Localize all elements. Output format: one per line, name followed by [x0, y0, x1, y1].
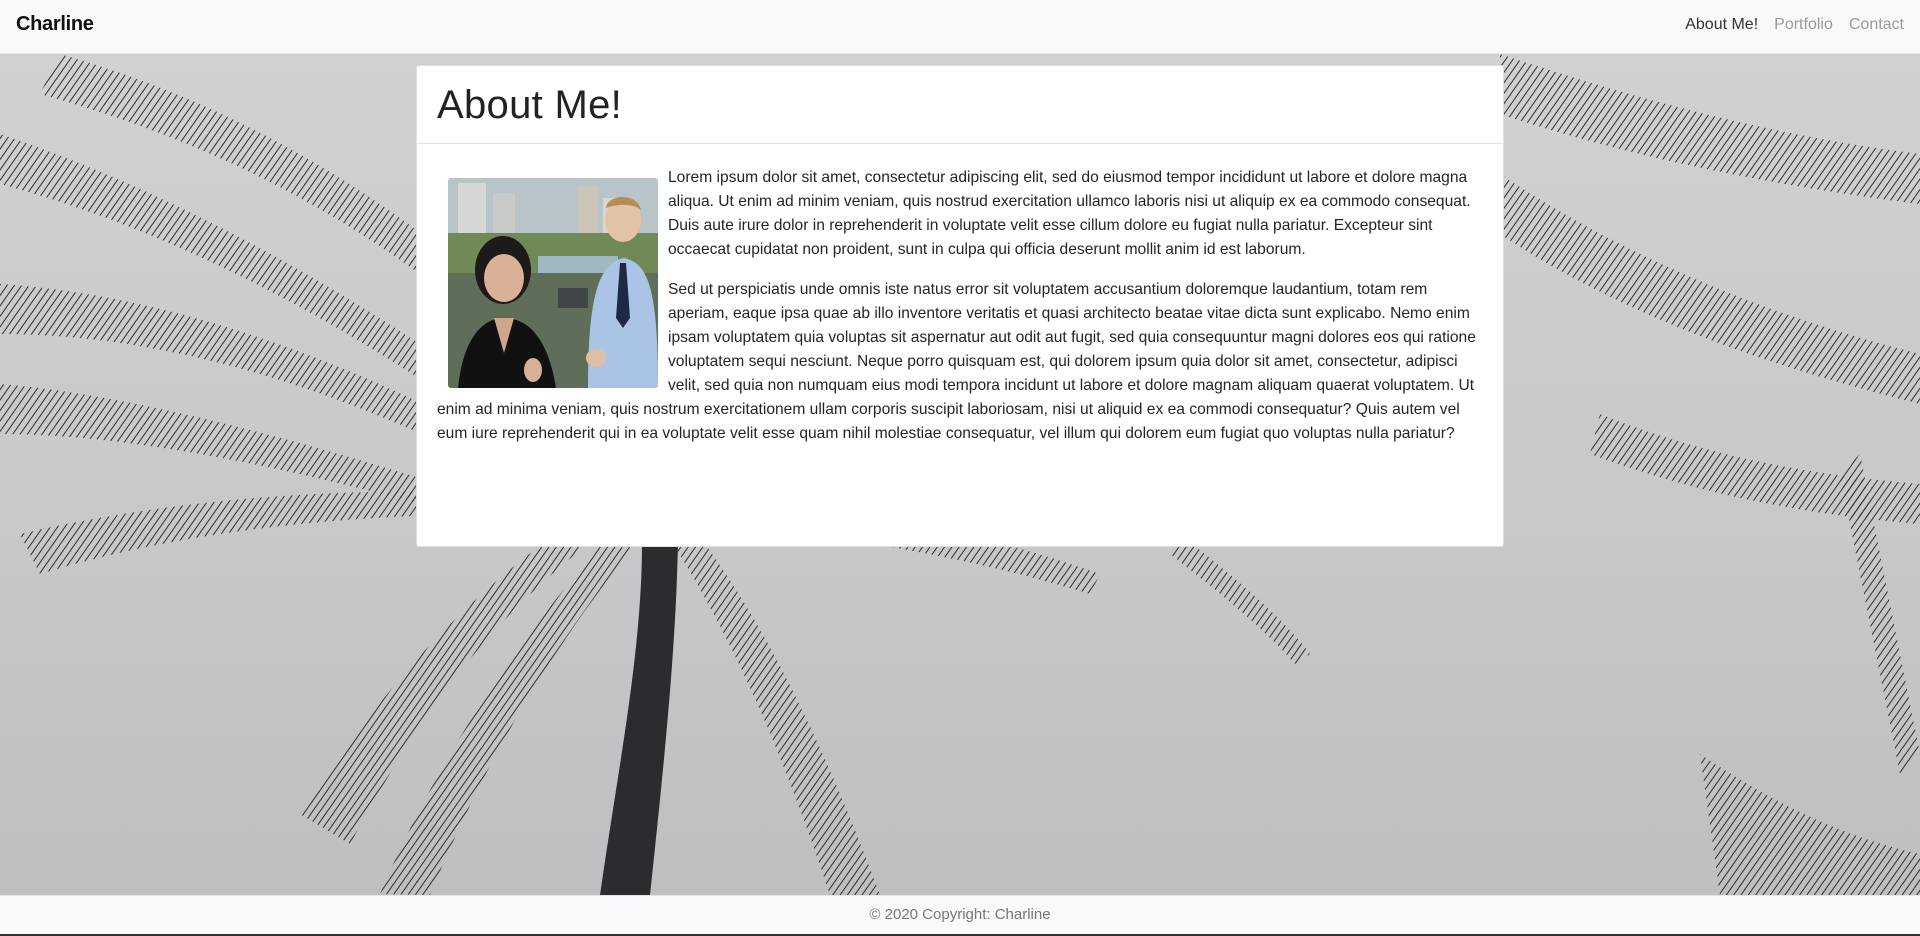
profile-photo [448, 178, 658, 388]
card-header: About Me! [417, 66, 1503, 144]
page-title: About Me! [437, 83, 623, 127]
nav-links: About Me! Portfolio Contact [1685, 16, 1904, 34]
nav-link-portfolio[interactable]: Portfolio [1774, 16, 1833, 34]
nav-link-about[interactable]: About Me! [1685, 16, 1758, 34]
copyright-text: © 2020 Copyright: Charline [869, 906, 1051, 923]
about-card: About Me! Lorem ipsum dolor sit amet, co… [416, 65, 1504, 547]
nav-link-contact[interactable]: Contact [1849, 16, 1904, 34]
navbar: Charline About Me! Portfolio Contact [0, 0, 1920, 54]
profile-photo-illustration [448, 178, 658, 388]
brand-logo[interactable]: Charline [16, 13, 94, 36]
footer: © 2020 Copyright: Charline [0, 895, 1920, 936]
card-body: Lorem ipsum dolor sit amet, consectetur … [437, 166, 1485, 462]
